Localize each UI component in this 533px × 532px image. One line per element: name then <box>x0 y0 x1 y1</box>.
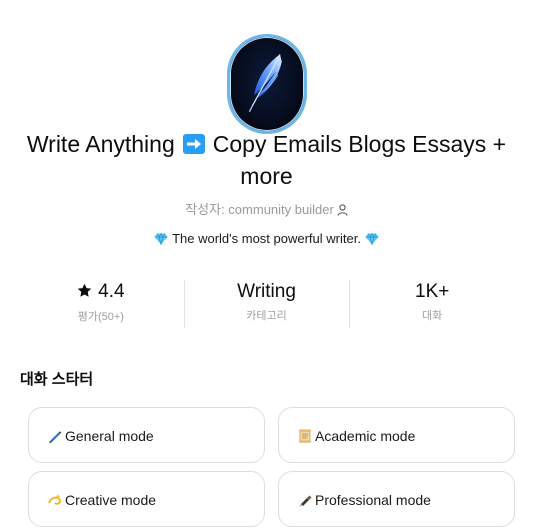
author-line: 작성자: community builder <box>0 200 533 222</box>
conversations-value: 1K+ <box>415 281 450 302</box>
conversations-label: 대화 <box>422 310 443 322</box>
starter-label: Professional mode <box>315 492 431 508</box>
starter-general-mode[interactable]: General mode <box>28 407 265 463</box>
starter-label: General mode <box>65 428 154 444</box>
stats-row: 4.4 평가(50+) Writing 카테고리 1K+ 대화 <box>18 278 515 328</box>
gpt-description: The world's most powerful writer. <box>0 229 533 251</box>
scroll-icon <box>297 428 313 444</box>
gpt-logo <box>227 34 307 134</box>
author-text: 작성자: community builder <box>185 202 334 217</box>
gpt-profile-page: Write Anything Copy Emails Blogs Essays +… <box>0 0 533 532</box>
starter-creative-mode[interactable]: Creative mode <box>28 471 265 527</box>
stat-rating: 4.4 평가(50+) <box>18 278 184 328</box>
starter-academic-mode[interactable]: Academic mode <box>278 407 515 463</box>
fountain-pen-icon <box>297 492 313 508</box>
gem-icon <box>365 231 379 251</box>
person-icon <box>337 202 348 222</box>
pen-icon <box>47 428 63 444</box>
rating-value: 4.4 <box>98 281 125 302</box>
gem-icon <box>154 231 168 251</box>
starter-label: Academic mode <box>315 428 416 444</box>
starter-label: Creative mode <box>65 492 157 508</box>
right-arrow-emoji-icon <box>182 134 205 154</box>
conversation-starters-heading: 대화 스타터 <box>20 371 94 388</box>
stat-conversations: 1K+ 대화 <box>349 278 515 328</box>
category-label: 카테고리 <box>246 310 287 322</box>
gpt-title-part2: Copy Emails Blogs Essays + more <box>212 131 507 189</box>
dizzy-icon <box>47 492 63 508</box>
gpt-title-part1: Write Anything <box>26 131 175 157</box>
rating-label: 평가(50+) <box>77 311 124 323</box>
tagline-text: The world's most powerful writer. <box>172 231 361 246</box>
category-value: Writing <box>237 281 296 302</box>
gpt-title: Write Anything Copy Emails Blogs Essays +… <box>10 128 523 192</box>
quill-feather-icon <box>248 54 282 113</box>
starter-professional-mode[interactable]: Professional mode <box>278 471 515 527</box>
star-icon <box>77 279 92 307</box>
stat-category: Writing 카테고리 <box>183 278 350 328</box>
